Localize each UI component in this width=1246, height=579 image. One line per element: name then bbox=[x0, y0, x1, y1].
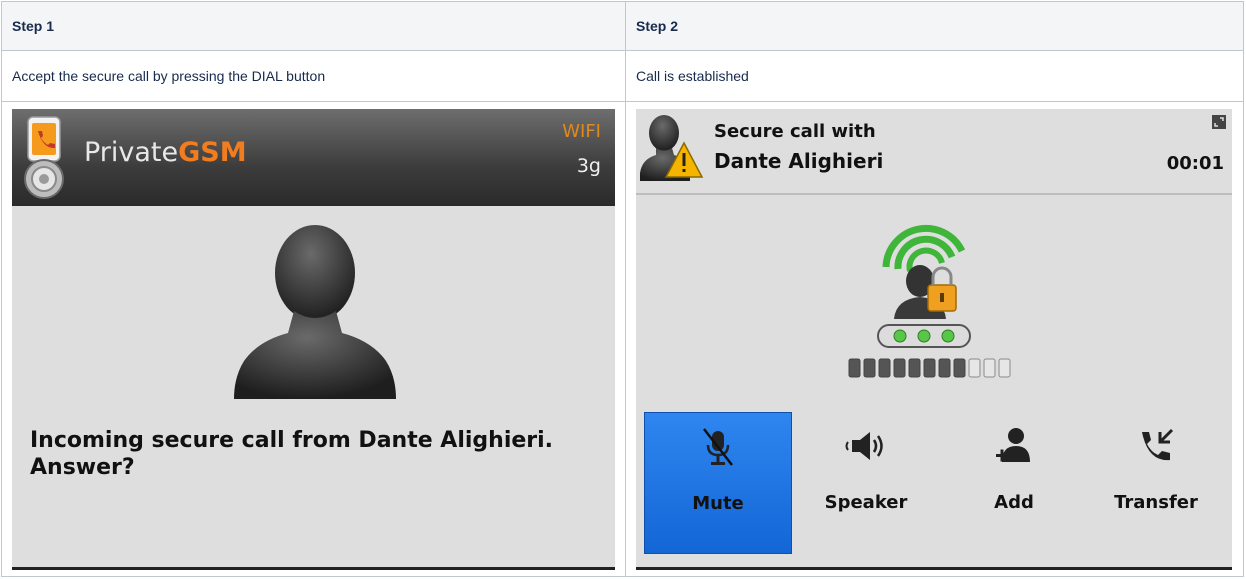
description-row: Accept the secure call by pressing the D… bbox=[1, 50, 1244, 102]
step-2-header: Step 2 bbox=[625, 1, 1244, 51]
contact-name: Dante Alighieri bbox=[714, 149, 884, 173]
call-title-line1: Secure call with bbox=[714, 121, 876, 142]
expand-icon[interactable] bbox=[1212, 115, 1226, 129]
signal-segment-empty bbox=[983, 358, 996, 378]
signal-segment-empty bbox=[968, 358, 981, 378]
signal-segment-empty bbox=[998, 358, 1011, 378]
incoming-call-message: Incoming secure call from Dante Alighier… bbox=[30, 428, 554, 480]
speaker-label: Speaker bbox=[824, 492, 908, 513]
add-user-icon bbox=[996, 428, 1030, 462]
incoming-call-screen: PrivateGSM WIFI 3g Incoming secure call … bbox=[12, 109, 615, 570]
steps-table: Step 1 Step 2 Accept the secure call by … bbox=[1, 1, 1244, 577]
speaker-button[interactable]: Speaker bbox=[792, 412, 940, 554]
signal-segment-filled bbox=[863, 358, 876, 378]
active-call-screen: Secure call with Dante Alighieri 00:01 M… bbox=[636, 109, 1232, 570]
brand-prefix: Private bbox=[84, 137, 179, 168]
mute-label: Mute bbox=[692, 493, 744, 514]
signal-segment-filled bbox=[848, 358, 861, 378]
step-1-description: Accept the secure call by pressing the D… bbox=[1, 50, 626, 102]
app-brand: PrivateGSM bbox=[84, 137, 247, 168]
signal-level-meter bbox=[848, 358, 1011, 378]
step-2-screenshot-cell: Secure call with Dante Alighieri 00:01 M… bbox=[625, 101, 1244, 577]
speaker-icon bbox=[845, 432, 883, 460]
call-header: Secure call with Dante Alighieri 00:01 bbox=[636, 109, 1232, 195]
screenshot-row: PrivateGSM WIFI 3g Incoming secure call … bbox=[1, 101, 1244, 577]
transfer-button[interactable]: Transfer bbox=[1082, 412, 1230, 554]
brand-suffix: GSM bbox=[178, 137, 247, 168]
wifi-indicator: WIFI bbox=[562, 121, 601, 142]
secure-connection-icon bbox=[877, 224, 971, 348]
step-1-screenshot-cell: PrivateGSM WIFI 3g Incoming secure call … bbox=[1, 101, 626, 577]
call-timer: 00:01 bbox=[1166, 153, 1224, 174]
network-indicator: 3g bbox=[576, 155, 601, 177]
contact-warning-icon bbox=[640, 115, 704, 181]
mute-button[interactable]: Mute bbox=[644, 412, 792, 554]
signal-segment-filled bbox=[893, 358, 906, 378]
caller-avatar-icon bbox=[234, 225, 396, 399]
call-controls: Mute Speaker Add Transfer bbox=[636, 412, 1232, 554]
phone-transfer-icon bbox=[1142, 428, 1174, 461]
microphone-muted-icon bbox=[703, 428, 733, 466]
signal-segment-filled bbox=[953, 358, 966, 378]
signal-segment-filled bbox=[908, 358, 921, 378]
signal-segment-filled bbox=[878, 358, 891, 378]
add-label: Add bbox=[994, 492, 1034, 513]
step-2-description: Call is established bbox=[625, 50, 1244, 102]
signal-segment-filled bbox=[923, 358, 936, 378]
step-1-header: Step 1 bbox=[1, 1, 626, 51]
transfer-label: Transfer bbox=[1114, 492, 1198, 513]
app-header: PrivateGSM WIFI 3g bbox=[12, 109, 615, 206]
privategsm-logo-icon bbox=[24, 116, 64, 199]
signal-segment-filled bbox=[938, 358, 951, 378]
add-button[interactable]: Add bbox=[940, 412, 1088, 554]
header-row: Step 1 Step 2 bbox=[1, 1, 1244, 51]
